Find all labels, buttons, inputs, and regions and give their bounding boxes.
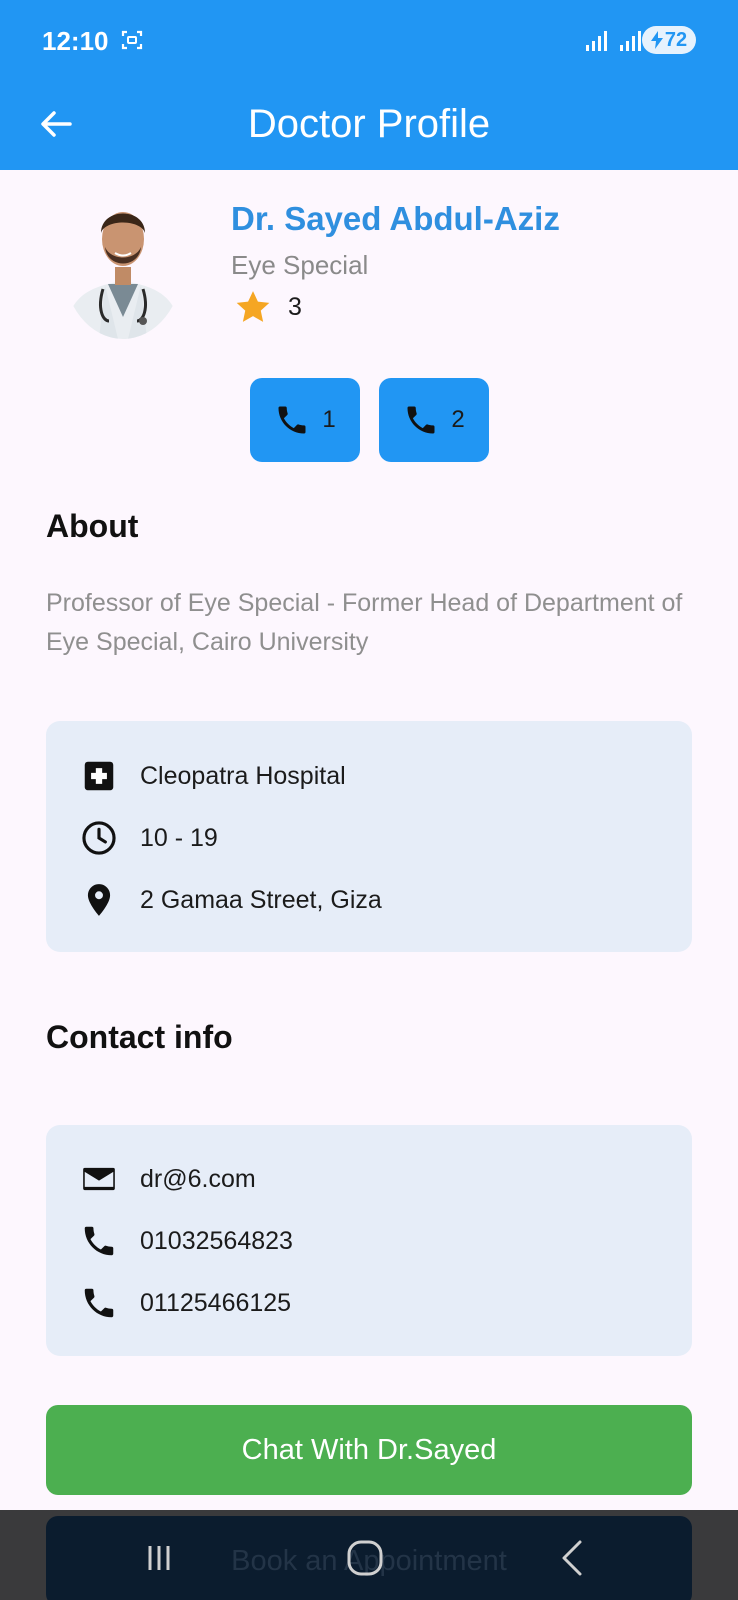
- hours-row: 10 - 19: [80, 819, 218, 857]
- phone-row-2[interactable]: 01125466125: [80, 1284, 291, 1322]
- doctor-specialty: Eye Special: [231, 250, 369, 280]
- status-time: 12:10: [42, 26, 109, 56]
- contact-title: Contact info: [46, 1019, 233, 1055]
- contact-card: dr@6.com 01032564823 01125466125: [46, 1125, 692, 1356]
- recent-apps-icon[interactable]: [137, 1536, 181, 1580]
- doctor-rating: 3: [234, 288, 302, 326]
- call-button-label: 2: [451, 406, 465, 433]
- signal-icon: [620, 31, 641, 51]
- phone-number-2: 01125466125: [140, 1288, 292, 1317]
- phone-icon: [407, 406, 435, 434]
- email-value: dr@6.com: [140, 1164, 256, 1193]
- star-icon: [236, 291, 270, 322]
- phone-icon: [84, 1226, 114, 1256]
- signal-icon: [586, 31, 607, 51]
- phone-row-1[interactable]: 01032564823: [80, 1222, 293, 1260]
- phone-icon: [84, 1288, 114, 1318]
- charging-bolt-icon: [650, 31, 663, 49]
- phone-number-1: 01032564823: [140, 1226, 293, 1255]
- call-button-label: 1: [322, 406, 336, 433]
- phone-icon: [278, 406, 306, 434]
- battery-level: 72: [664, 28, 688, 51]
- address: 2 Gamaa Street, Giza: [140, 885, 382, 914]
- chat-button[interactable]: Chat With Dr.Sayed: [46, 1405, 692, 1495]
- hospital-name: Cleopatra Hospital: [140, 761, 346, 790]
- email-row[interactable]: dr@6.com: [80, 1160, 256, 1198]
- screenshot-icon: [121, 30, 143, 50]
- back-nav-icon[interactable]: [552, 1536, 596, 1580]
- doctor-name: Dr. Sayed Abdul-Aziz: [231, 200, 560, 237]
- signal-icons: [585, 28, 641, 52]
- about-title: About: [46, 508, 139, 544]
- app-bar: Doctor Profile: [0, 84, 738, 170]
- call-button-2[interactable]: 2: [379, 378, 489, 462]
- home-icon[interactable]: [343, 1536, 387, 1580]
- about-text: Professor of Eye Special - Former Head o…: [46, 589, 683, 656]
- page-title: Doctor Profile: [247, 102, 491, 146]
- hospital-icon: [84, 761, 114, 791]
- battery-indicator: 72: [642, 26, 696, 54]
- call-button-1[interactable]: 1: [250, 378, 360, 462]
- location-pin-icon: [87, 884, 111, 916]
- status-bar: 12:10 72: [0, 0, 738, 84]
- hospital-row: Cleopatra Hospital: [80, 757, 346, 795]
- address-row: 2 Gamaa Street, Giza: [80, 881, 382, 919]
- working-hours: 10 - 19: [140, 823, 218, 852]
- doctor-avatar: [63, 189, 183, 339]
- location-card: Cleopatra Hospital 10 - 19 2 Gamaa Stree…: [46, 721, 692, 952]
- rating-value: 3: [288, 292, 302, 321]
- clock-icon: [82, 821, 116, 855]
- email-icon: [83, 1167, 115, 1191]
